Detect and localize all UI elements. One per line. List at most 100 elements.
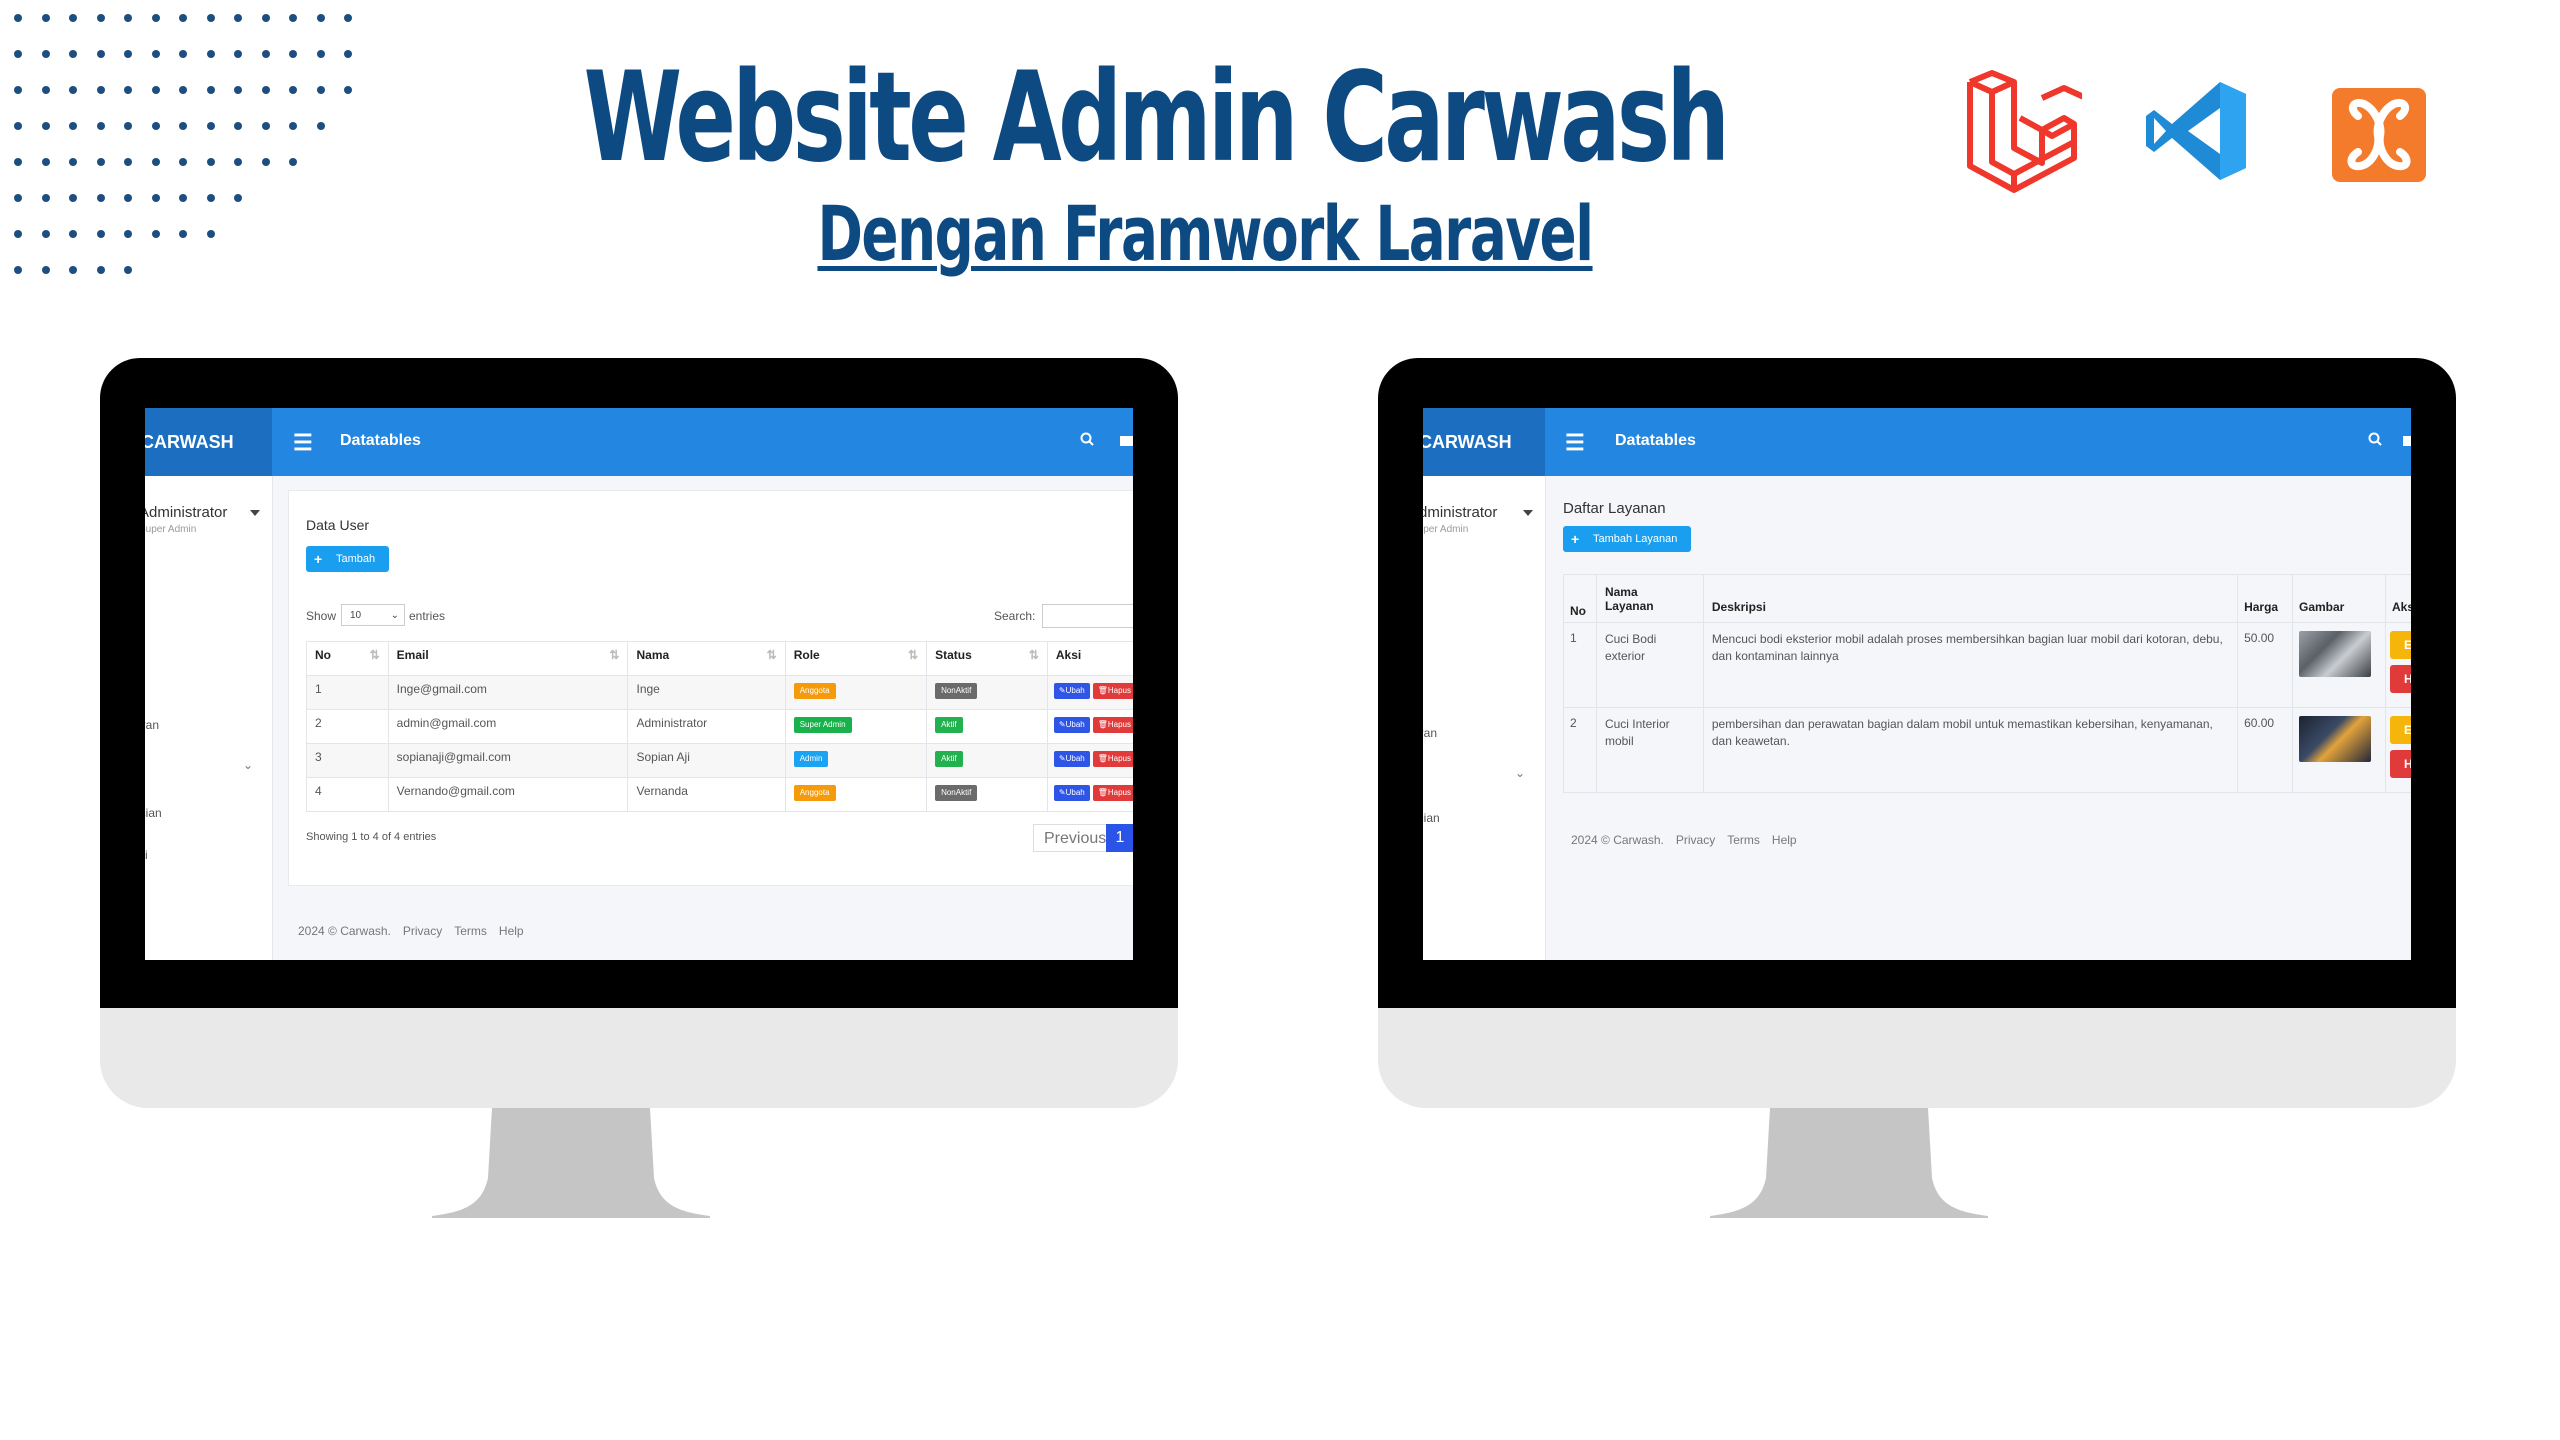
- sidebar: Administrator Super Admin n aran ⌄ ncian…: [145, 476, 273, 960]
- caret-down-icon[interactable]: [1523, 510, 1533, 516]
- decorative-dot: [69, 122, 77, 130]
- col-header-aksi: Aksi: [2385, 574, 2411, 623]
- footer-link-help[interactable]: Help: [1772, 833, 1797, 847]
- delete-button[interactable]: 🗑Hapus: [1092, 717, 1133, 733]
- sidebar-user-name[interactable]: Administrator: [1423, 504, 1497, 521]
- pagination-previous[interactable]: Previous: [1033, 824, 1118, 852]
- cell-aksi: ✎Ubah 🗑Hapus: [1046, 743, 1133, 778]
- decorative-dot: [96, 122, 105, 130]
- page-title: Website Admin Carwash: [583, 46, 1730, 190]
- entries-select[interactable]: 10 ⌄: [341, 604, 405, 626]
- sort-icon: ⇅: [609, 648, 620, 662]
- footer-link-terms[interactable]: Terms: [454, 924, 487, 938]
- delete-label: Hapus: [1107, 754, 1131, 763]
- decorative-dot: [151, 194, 160, 202]
- table-row: 3 sopianaji@gmail.com Sopian Aji Admin Aktif…: [306, 743, 1133, 778]
- chevron-down-icon[interactable]: ⌄: [243, 758, 253, 772]
- col-header-no[interactable]: No ⇅: [306, 641, 389, 676]
- delete-button[interactable]: Hapus: [2390, 665, 2411, 693]
- delete-button[interactable]: 🗑Hapus: [1092, 751, 1133, 767]
- edit-button[interactable]: ✎Ubah: [1053, 683, 1090, 699]
- search-icon[interactable]: [2368, 432, 2382, 446]
- edit-button[interactable]: Edit: [2390, 716, 2411, 744]
- edit-button[interactable]: ✎Ubah: [1053, 717, 1090, 733]
- role-badge: Anggota: [793, 683, 836, 699]
- cell-aksi: ✎Ubah 🗑Hapus: [1046, 777, 1133, 812]
- footer-link-help[interactable]: Help: [499, 924, 524, 938]
- decorative-dot: [14, 122, 22, 130]
- add-service-button[interactable]: + Tambah Layanan: [1563, 526, 1692, 552]
- decorative-dot: [151, 122, 160, 130]
- pagination-page-1[interactable]: 1: [1106, 824, 1133, 852]
- col-header-email[interactable]: Email ⇅: [387, 641, 629, 676]
- decorative-dot: [96, 266, 105, 274]
- decorative-dot: [14, 230, 22, 238]
- data-user-card: Data User + Tambah Show 10 ⌄ entries Searc…: [288, 490, 1133, 886]
- decorative-dot: [41, 14, 50, 22]
- decorative-dot: [124, 14, 132, 22]
- decorative-dot: [179, 50, 187, 58]
- page-subtitle: Dengan Framwork Laravel: [817, 189, 1594, 278]
- sidebar-item-2[interactable]: aran: [1423, 726, 1437, 740]
- decorative-dot: [96, 230, 105, 238]
- mail-icon[interactable]: [2403, 436, 2411, 446]
- menu-toggle-icon[interactable]: ☰: [293, 430, 313, 456]
- search-icon[interactable]: [1080, 432, 1094, 446]
- decorative-dot: [151, 14, 160, 22]
- delete-button[interactable]: Hapus: [2390, 750, 2411, 778]
- add-user-button[interactable]: + Tambah: [306, 546, 390, 572]
- table-row: 2 Cuci Interior mobil pembersihan dan pera…: [1563, 707, 2411, 793]
- status-badge: Aktif: [935, 717, 963, 733]
- delete-button[interactable]: 🗑Hapus: [1092, 683, 1133, 699]
- sidebar-user-name[interactable]: Administrator: [145, 504, 227, 521]
- decorative-dot: [41, 158, 50, 166]
- sidebar-item-3[interactable]: ncian: [145, 806, 162, 820]
- menu-toggle-icon[interactable]: ☰: [1565, 430, 1585, 456]
- col-header-label: Email: [396, 648, 429, 662]
- sidebar: Administrator Super Admin n aran ⌄ ncian: [1423, 476, 1546, 960]
- footer-link-terms[interactable]: Terms: [1727, 833, 1760, 847]
- show-label: Show: [306, 609, 337, 623]
- footer-copyright: 2024 © Carwash.: [298, 924, 391, 938]
- entries-value: 10: [350, 610, 362, 621]
- sidebar-item-4[interactable]: si: [145, 848, 148, 862]
- brand-logo[interactable]: CARWASH: [1423, 408, 1545, 476]
- caret-down-icon[interactable]: [250, 510, 260, 516]
- decorative-dot: [179, 158, 187, 166]
- sidebar-item-3[interactable]: ncian: [1423, 811, 1440, 825]
- edit-button[interactable]: ✎Ubah: [1053, 751, 1090, 767]
- decorative-dot: [96, 86, 105, 94]
- decorative-dot: [41, 86, 50, 94]
- decorative-dot: [206, 194, 215, 202]
- cell-aksi: ✎Ubah 🗑Hapus: [1046, 675, 1133, 710]
- edit-button[interactable]: Edit: [2390, 631, 2411, 659]
- footer-link-privacy[interactable]: Privacy: [403, 924, 442, 938]
- chevron-down-icon[interactable]: ⌄: [1515, 766, 1525, 780]
- decorative-dot: [151, 158, 160, 166]
- top-navbar: CARWASH ☰ Datatables: [1423, 408, 2411, 476]
- decorative-dot: [14, 158, 22, 166]
- sort-icon: ⇅: [908, 648, 919, 662]
- edit-label: Ubah: [1065, 720, 1085, 729]
- cell-no: 2: [1563, 707, 1597, 793]
- decorative-dot: [14, 50, 22, 58]
- edit-button[interactable]: ✎Ubah: [1053, 785, 1090, 801]
- delete-button[interactable]: 🗑Hapus: [1092, 785, 1133, 801]
- cell-deskripsi: pembersihan dan perawatan bagian dalam m…: [1702, 707, 2239, 793]
- col-header-status[interactable]: Status ⇅: [926, 641, 1048, 676]
- col-header-label: No: [315, 648, 331, 662]
- sidebar-item-2[interactable]: aran: [145, 718, 159, 732]
- decorative-dot: [151, 86, 160, 94]
- col-header-role[interactable]: Role ⇅: [784, 641, 928, 676]
- table-row: 4 Vernando@gmail.com Vernanda Anggota NonAkt…: [306, 777, 1133, 812]
- col-header-nama[interactable]: Nama ⇅: [627, 641, 786, 676]
- status-badge: NonAktif: [935, 683, 978, 699]
- cell-role: Anggota: [784, 675, 928, 710]
- col-header-no: No: [1563, 574, 1597, 623]
- search-input[interactable]: [1042, 604, 1133, 628]
- brand-logo[interactable]: CARWASH: [145, 408, 272, 476]
- footer-link-privacy[interactable]: Privacy: [1676, 833, 1715, 847]
- cell-no: 3: [306, 743, 389, 778]
- cell-status: Aktif: [926, 743, 1048, 778]
- mail-icon[interactable]: [1120, 436, 1133, 446]
